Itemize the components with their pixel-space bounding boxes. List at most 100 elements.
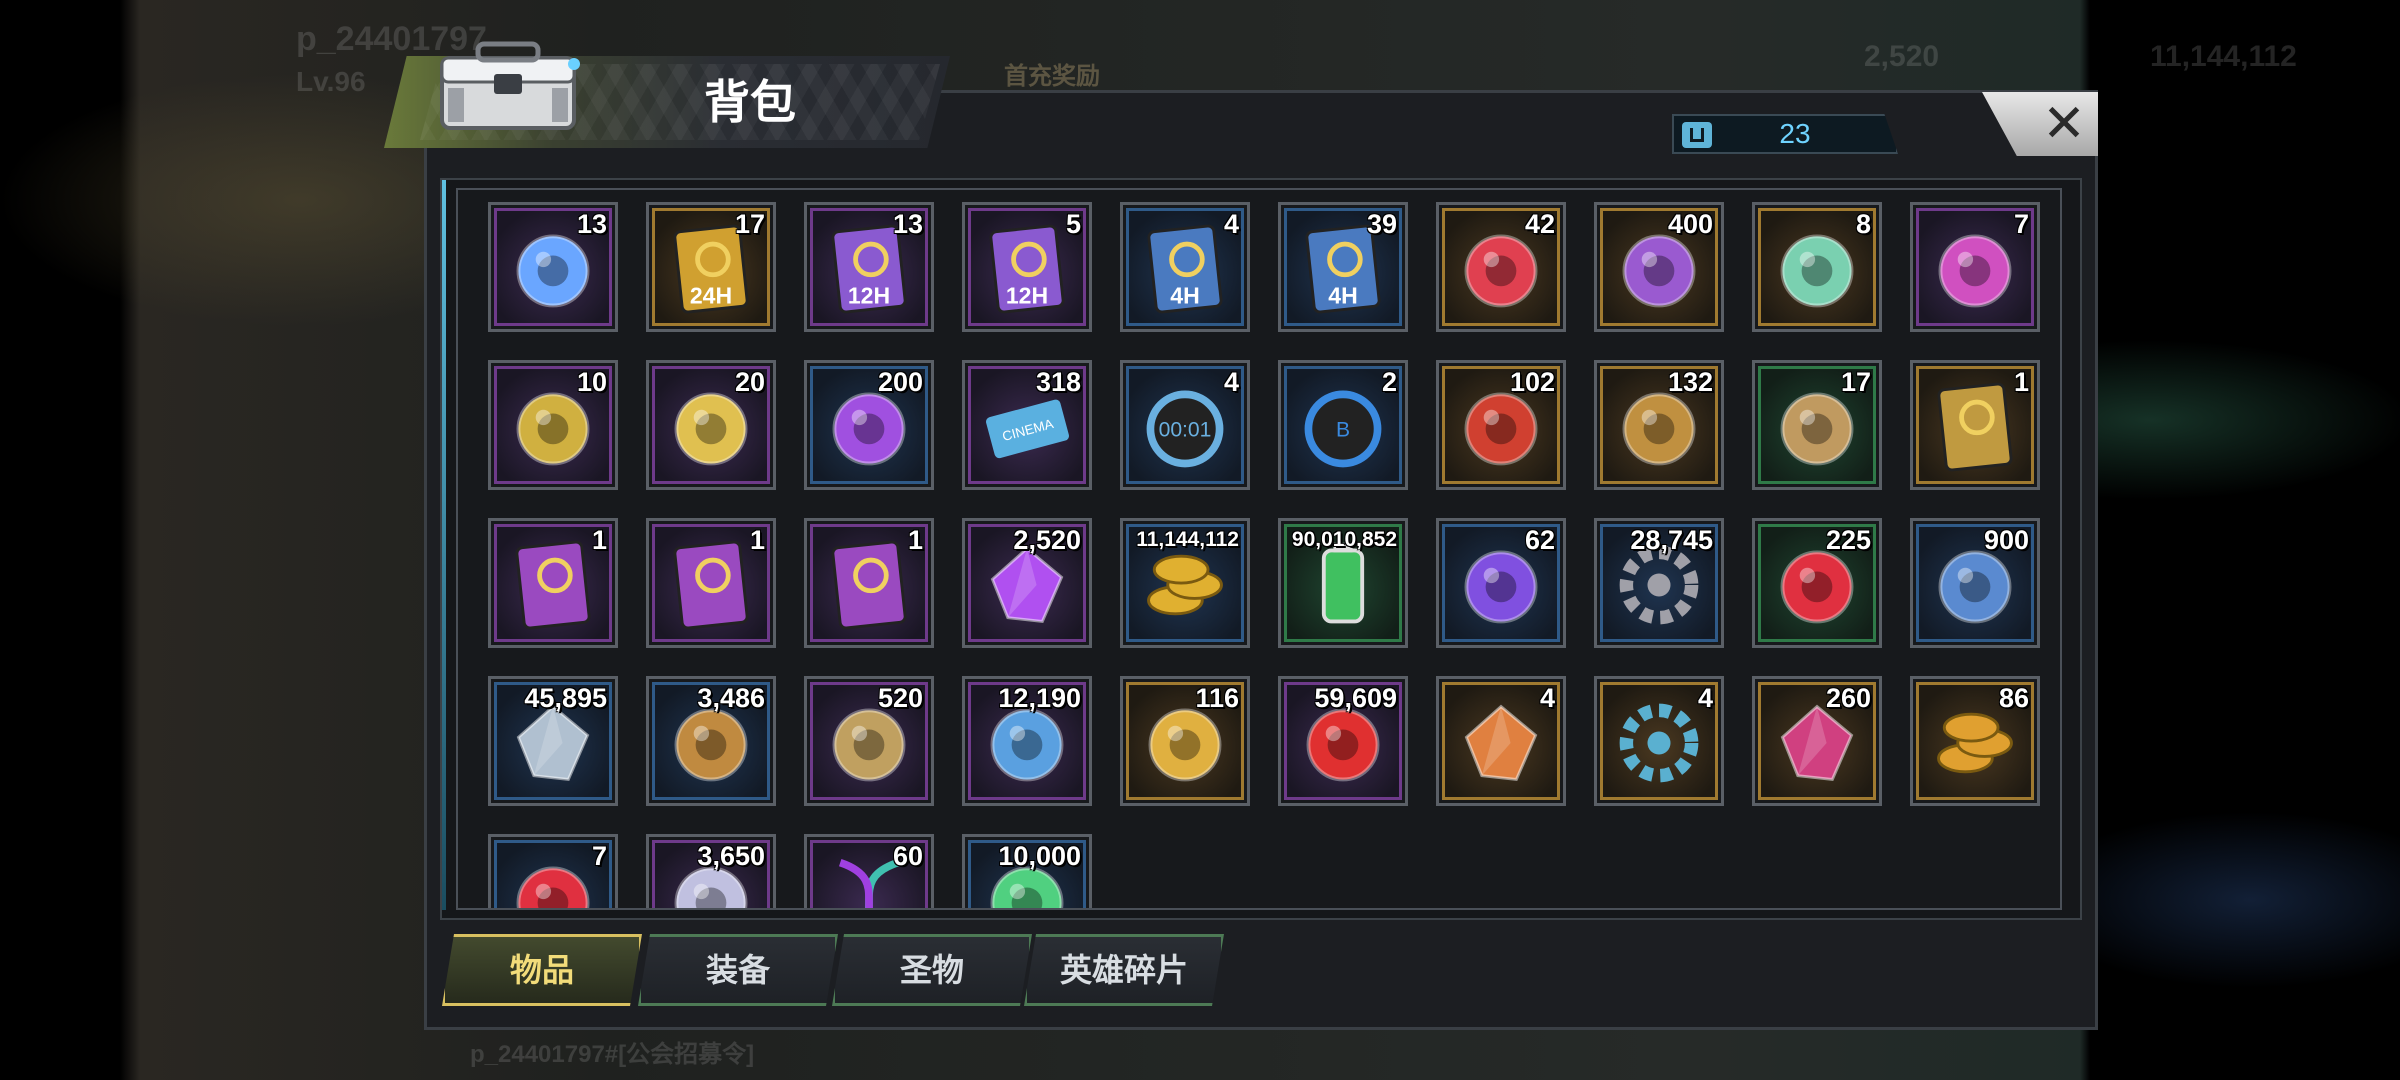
item-quantity: 318 (1035, 367, 1081, 397)
capacity-count: 23 (1779, 118, 1811, 149)
item-quantity: 116 (1195, 683, 1239, 713)
item-slot-blue-medal[interactable]: 12,190 (962, 676, 1092, 806)
item-slot-ruby-crystal[interactable]: 260 (1752, 676, 1882, 806)
item-slot-speedup-24h[interactable]: 24H 17 (646, 202, 776, 332)
tab-0[interactable]: 物品 (442, 934, 642, 1006)
item-quantity: 62 (1524, 525, 1555, 555)
item-quantity: 10,000 (998, 841, 1081, 871)
item-quantity: 1 (907, 525, 923, 555)
tab-2[interactable]: 圣物 (832, 934, 1032, 1006)
tab-label: 圣物 (899, 951, 964, 989)
item-slot-silver-orb[interactable]: 3,650 (646, 834, 776, 908)
item-slot-gold-coins[interactable]: 11,144,112 (1120, 518, 1250, 648)
item-quantity: 4 (1223, 367, 1239, 397)
item-slot-hat-blueprint[interactable]: 1 (488, 518, 618, 648)
bg-event-label: 首充奖励 (1004, 63, 1100, 90)
item-slot-spade-chip[interactable]: 10 (488, 360, 618, 490)
svg-text:00:01: 00:01 (1159, 419, 1212, 442)
item-slot-green-battery[interactable]: 90,010,852 (1278, 518, 1408, 648)
item-quantity: 132 (1667, 367, 1713, 397)
item-quantity: 4 (1697, 683, 1713, 713)
item-slot-police-badge[interactable]: 20 (646, 360, 776, 490)
item-quantity: 2 (1381, 367, 1397, 397)
chest-icon (440, 41, 580, 130)
bg-chat-text: p_24401797#[公会招募令] (470, 1041, 755, 1068)
item-slot-silver-shard[interactable]: 45,895 (488, 676, 618, 806)
item-slot-poker-chip[interactable]: 102 (1436, 360, 1566, 490)
item-quantity: 17 (734, 209, 765, 239)
item-slot-puzzle-piece[interactable]: 520 (804, 676, 934, 806)
item-slot-eye-tag[interactable]: 900 (1910, 518, 2040, 648)
target-icon (516, 866, 590, 908)
item-slot-fan-blade[interactable]: 4 (1594, 676, 1724, 806)
item-slot-hover-device[interactable]: 13 (488, 202, 618, 332)
item-quantity: 1 (749, 525, 765, 555)
bg-player-level: Lv.96 (296, 66, 366, 97)
hat-blueprint-icon (515, 540, 591, 630)
item-slot-gun-blueprint[interactable]: 1 (804, 518, 934, 648)
item-quantity: 13 (576, 209, 607, 239)
item-quantity: 900 (1983, 525, 2029, 555)
item-slot-gold-medal[interactable]: 116 (1120, 676, 1250, 806)
item-quantity: 45,895 (524, 683, 607, 713)
tab-label: 物品 (509, 951, 574, 989)
item-slot-dna-helix[interactable]: 60 (804, 834, 934, 908)
item-slot-orange-shard[interactable]: 4 (1436, 676, 1566, 806)
tab-label: 英雄碎片 (1059, 951, 1188, 989)
item-quantity: 1 (2013, 367, 2029, 397)
item-quantity: 5 (1065, 209, 1081, 239)
item-quantity: 520 (877, 683, 923, 713)
item-slot-green-sphere[interactable]: 10,000 (962, 834, 1092, 908)
item-slot-red-cube[interactable]: 59,609 (1278, 676, 1408, 806)
item-slot-gold-blueprint[interactable]: 1 (1910, 360, 2040, 490)
item-slot-demon-mask[interactable]: 400 (1594, 202, 1724, 332)
item-slot-bronze-coins[interactable]: 86 (1910, 676, 2040, 806)
item-quantity: 13 (892, 209, 923, 239)
gun-blueprint-icon (831, 540, 907, 630)
tab-3[interactable]: 英雄碎片 (1024, 934, 1224, 1006)
timer-icon: 00:01 (1146, 390, 1224, 468)
item-slot-bottle-cap[interactable]: B2 (1278, 360, 1408, 490)
item-quantity: 260 (1825, 683, 1871, 713)
item-slot-speedup-4h-b[interactable]: 4H 39 (1278, 202, 1408, 332)
item-quantity: 4 (1539, 683, 1555, 713)
item-slot-speedup-4h-a[interactable]: 4H 4 (1120, 202, 1250, 332)
item-slot-speedup-12h-b[interactable]: 12H 5 (962, 202, 1092, 332)
item-quantity: 3,486 (697, 683, 765, 713)
item-slot-bullet[interactable]: 132 (1594, 360, 1724, 490)
item-slot-timer-device[interactable]: 00:01 4 (1120, 360, 1250, 490)
blueprint-icon (1937, 382, 2013, 472)
scroll-indicator[interactable] (442, 180, 446, 910)
item-quantity: 28,745 (1630, 525, 1713, 555)
item-slot-diamonds[interactable]: 2,520 (962, 518, 1092, 648)
outfit-icon (1780, 234, 1854, 308)
item-slot-film-reel[interactable]: 7 (1910, 202, 2040, 332)
item-slot-cinema-ticket[interactable]: CINEMA 318 (962, 360, 1092, 490)
item-slot-red-chip[interactable]: 225 (1752, 518, 1882, 648)
item-slot-boots-blueprint[interactable]: 1 (646, 518, 776, 648)
item-quantity: 60 (892, 841, 923, 871)
item-slot-speedup-12h-a[interactable]: 12H 13 (804, 202, 934, 332)
item-quantity: 86 (1998, 683, 2029, 713)
bg-currency-1: 2,520 (1864, 40, 1940, 73)
item-quantity: 39 (1366, 209, 1397, 239)
item-quantity: 59,609 (1314, 683, 1397, 713)
item-slot-red-capsule[interactable]: 42 (1436, 202, 1566, 332)
item-slot-jade-outfit[interactable]: 8 (1752, 202, 1882, 332)
item-grid[interactable]: 13 24H 17 12H 13 12H 5 4H 4 4H 39 42 400 8 7 10 20 200 CIN… (456, 188, 2062, 910)
close-icon[interactable]: ✕ (2036, 96, 2092, 152)
item-slot-purple-core[interactable]: 62 (1436, 518, 1566, 648)
item-quantity: 2,520 (1013, 525, 1081, 555)
item-slot-sandals[interactable]: 17 (1752, 360, 1882, 490)
item-quantity: 42 (1524, 209, 1555, 239)
card-4h-icon: 4H (1147, 224, 1223, 314)
bg-currency-2: 11,144,112 (2150, 40, 2297, 73)
tab-label: 装备 (705, 951, 770, 989)
svg-text:24H: 24H (690, 283, 732, 309)
item-slot-red-target[interactable]: 7 (488, 834, 618, 908)
tab-1[interactable]: 装备 (638, 934, 838, 1006)
item-slot-gear-parts[interactable]: 28,745 (1594, 518, 1724, 648)
item-slot-fist-medal[interactable]: 3,486 (646, 676, 776, 806)
item-slot-violet-emblem[interactable]: 200 (804, 360, 934, 490)
item-quantity: 3,650 (697, 841, 765, 871)
